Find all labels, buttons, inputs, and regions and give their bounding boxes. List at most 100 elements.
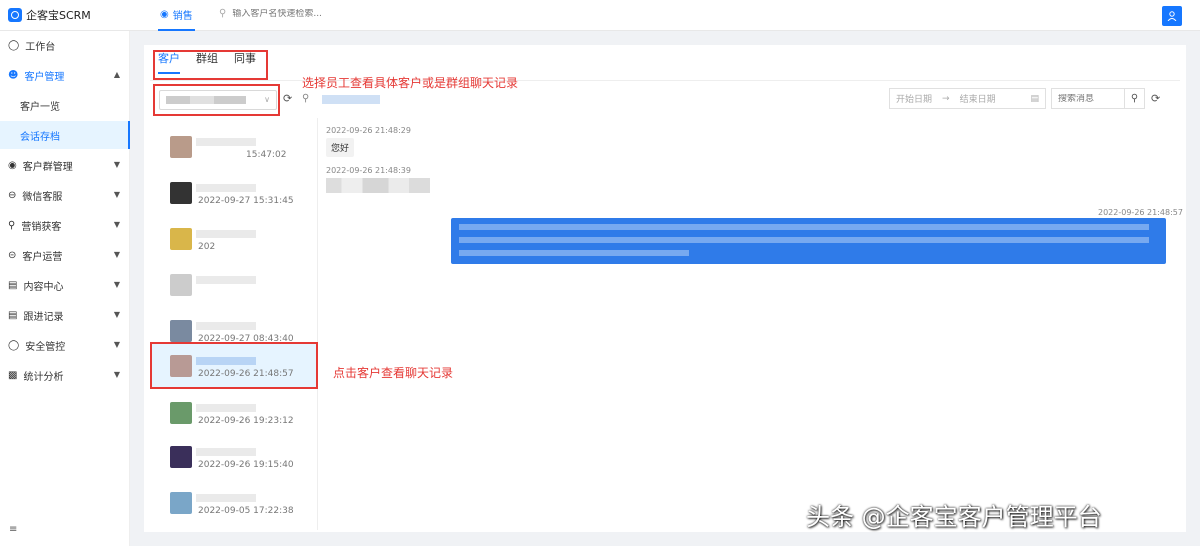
dashboard-icon: ◯ xyxy=(8,39,20,51)
customer-name xyxy=(196,138,256,146)
avatar xyxy=(170,402,192,424)
chevron-down-icon: ▼ xyxy=(113,280,120,289)
customer-name xyxy=(196,276,256,284)
list-item[interactable]: 2022-09-27 15:31:45 xyxy=(150,172,316,218)
sidebar-item-label: 客户管理 xyxy=(24,71,65,83)
service-icon: ⊖ xyxy=(8,189,17,201)
chat-icon: ◉ xyxy=(160,9,169,20)
sidebar-item-group-management[interactable]: ◉ 客户群管理 ▼ xyxy=(0,151,130,179)
avatar xyxy=(170,228,192,250)
avatar xyxy=(170,274,192,296)
sidebar-item-statistics[interactable]: ▩ 统计分析 ▼ xyxy=(0,361,130,389)
message-bubble: 您好 xyxy=(326,138,355,157)
date-end-field[interactable]: 结束日期 xyxy=(960,92,996,105)
sidebar: ◯ 工作台 ☻ 客户管理 ▲ 客户一览 会话存档 ◉ 客户群管理 ▼ ⊖ 微信客… xyxy=(0,31,130,546)
sidebar-item-customer-operation[interactable]: ⊝ 客户运营 ▼ xyxy=(0,241,130,269)
sidebar-item-label: 跟进记录 xyxy=(23,311,64,323)
sidebar-item-marketing[interactable]: ⚲ 营销获客 ▼ xyxy=(0,211,130,239)
search-icon: ⚲ xyxy=(1130,93,1139,104)
chevron-down-icon: ▼ xyxy=(113,310,120,319)
sidebar-item-workbench[interactable]: ◯ 工作台 xyxy=(0,31,130,59)
top-bar: 企客宝SCRM ◉ 销售 ⚲ xyxy=(0,0,1200,31)
annotation-box-employee-select xyxy=(153,84,280,116)
top-search[interactable]: ⚲ xyxy=(219,8,393,19)
customer-time: 15:47:02 xyxy=(246,150,287,160)
sidebar-item-content-center[interactable]: ▤ 内容中心 ▼ xyxy=(0,271,130,299)
collapse-sidebar-icon[interactable]: ≡ xyxy=(9,524,17,535)
annotation-box-customer xyxy=(150,342,318,389)
customer-name xyxy=(196,230,256,238)
list-item[interactable]: 2022-09-05 17:22:38 xyxy=(150,482,316,528)
message-search-input[interactable] xyxy=(1052,93,1124,104)
chevron-up-icon: ▲ xyxy=(113,70,120,79)
app-logo[interactable]: 企客宝SCRM xyxy=(8,7,91,23)
user-icon xyxy=(1167,11,1177,21)
customer-name xyxy=(196,322,256,330)
sidebar-item-label: 内容中心 xyxy=(23,281,64,293)
customer-name xyxy=(196,184,256,192)
group-icon: ◉ xyxy=(8,159,17,171)
sidebar-item-label: 统计分析 xyxy=(23,371,64,383)
sidebar-item-label: 工作台 xyxy=(25,41,56,53)
list-item[interactable] xyxy=(150,264,316,310)
customer-time: 202 xyxy=(198,242,216,252)
annotation-box-tabs xyxy=(153,50,268,80)
refresh-icon[interactable]: ⟳ xyxy=(283,92,292,105)
chart-icon: ▩ xyxy=(8,369,18,381)
customer-time: 2022-09-26 19:15:40 xyxy=(198,460,294,470)
chevron-down-icon: ▼ xyxy=(113,340,120,349)
date-range-picker[interactable]: 开始日期 → 结束日期 ▤ xyxy=(889,88,1046,109)
list-item[interactable]: 202 xyxy=(150,218,316,264)
customer-time: 2022-09-26 19:23:12 xyxy=(198,416,294,426)
customer-name xyxy=(196,448,256,456)
sidebar-item-label: 会话存档 xyxy=(20,131,60,143)
app-title: 企客宝SCRM xyxy=(26,9,91,22)
chevron-down-icon: ▼ xyxy=(113,190,120,199)
users-icon: ☻ xyxy=(8,69,19,81)
annotation-tabs-hint: 选择员工查看具体客户或是群组聊天记录 xyxy=(302,76,519,90)
customer-name xyxy=(196,494,256,502)
sidebar-item-follow-records[interactable]: ▤ 跟进记录 ▼ xyxy=(0,301,130,329)
chevron-down-icon: ▼ xyxy=(113,370,120,379)
search-icon: ⚲ xyxy=(219,8,227,19)
calendar-icon: ▤ xyxy=(1030,93,1039,104)
customer-list: 15:47:02 2022-09-27 15:31:45 202 2022-09… xyxy=(150,118,318,530)
arrow-right-icon: → xyxy=(942,93,950,104)
sidebar-item-customer-management[interactable]: ☻ 客户管理 ▲ xyxy=(0,61,130,89)
avatar xyxy=(170,136,192,158)
sidebar-item-label: 客户运营 xyxy=(22,251,63,263)
chevron-down-icon: ▼ xyxy=(113,160,120,169)
sidebar-item-label: 微信客服 xyxy=(22,191,63,203)
message-time: 2022-09-26 21:48:39 xyxy=(326,166,411,175)
sidebar-subitem-session-archive[interactable]: 会话存档 xyxy=(0,121,130,149)
customer-quick-search-input[interactable] xyxy=(232,8,393,19)
sidebar-item-label: 客户一览 xyxy=(20,101,60,113)
list-item[interactable]: 2022-09-26 19:15:40 xyxy=(150,436,316,482)
refresh-icon[interactable]: ⟳ xyxy=(1151,92,1160,105)
avatar xyxy=(170,446,192,468)
chevron-down-icon: ▼ xyxy=(113,250,120,259)
avatar xyxy=(170,182,192,204)
customer-time: 2022-09-05 17:22:38 xyxy=(198,506,294,516)
top-tab-sales[interactable]: ◉ 销售 xyxy=(158,0,195,31)
operation-icon: ⊝ xyxy=(8,249,17,261)
sidebar-item-wechat-service[interactable]: ⊖ 微信客服 ▼ xyxy=(0,181,130,209)
sidebar-subitem-customer-list[interactable]: 客户一览 xyxy=(0,91,130,119)
sidebar-item-security[interactable]: ◯ 安全管控 ▼ xyxy=(0,331,130,359)
list-item[interactable]: 2022-09-26 19:23:12 xyxy=(150,392,316,438)
user-avatar[interactable] xyxy=(1162,6,1182,26)
avatar xyxy=(170,320,192,342)
content-icon: ▤ xyxy=(8,279,18,291)
chevron-down-icon: ▼ xyxy=(113,220,120,229)
message-search[interactable]: ⚲ xyxy=(1051,88,1145,109)
date-start-field[interactable]: 开始日期 xyxy=(896,92,932,105)
list-item[interactable]: 15:47:02 xyxy=(150,126,316,172)
selected-customer-name xyxy=(322,95,380,104)
sidebar-item-label: 营销获客 xyxy=(21,221,62,233)
avatar xyxy=(170,492,192,514)
record-icon: ▤ xyxy=(8,309,18,321)
bulb-icon: ⚲ xyxy=(8,219,16,231)
search-icon[interactable]: ⚲ xyxy=(302,93,309,104)
search-button[interactable]: ⚲ xyxy=(1124,89,1144,108)
sidebar-item-label: 客户群管理 xyxy=(22,161,73,173)
